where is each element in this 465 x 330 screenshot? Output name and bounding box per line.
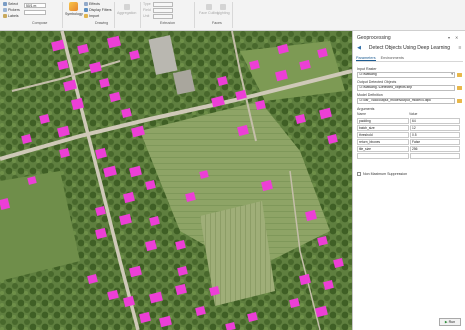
pin-icon[interactable]: ▾: [448, 35, 450, 40]
lighting-icon: [220, 4, 227, 10]
ribbon: Select Pickers Labels 50/1 m Compose Sym…: [0, 0, 465, 31]
model-definition-field[interactable]: D:\usr_7688\output_model\output_model\4.…: [357, 98, 455, 104]
nms-checkbox[interactable]: [357, 172, 361, 176]
geoprocessing-pane: Geoprocessing ▾ ✕ ◀ Detect Objects Using…: [352, 31, 465, 330]
tool-title: Detect Objects Using Deep Learning: [368, 45, 451, 51]
extrusion-unit-combo[interactable]: [153, 14, 173, 19]
extrusion-type-combo[interactable]: [153, 2, 173, 7]
face-culling-icon: [205, 4, 212, 10]
table-row: padding 64: [357, 117, 463, 124]
effects-icon: [84, 2, 88, 6]
extrusion-type[interactable]: Type: [143, 2, 151, 6]
run-button[interactable]: ▶ Run: [439, 318, 461, 326]
arg-value-empty[interactable]: [410, 152, 460, 159]
import-icon: [84, 14, 88, 18]
folder-icon[interactable]: [457, 99, 462, 103]
arg-name-empty[interactable]: [357, 152, 409, 159]
ribbon-compose-pickers[interactable]: Pickers: [3, 8, 20, 12]
chevron-down-icon[interactable]: ▾: [451, 73, 453, 77]
aggregation-icon: [123, 4, 130, 10]
input-raster-label: Input Raster: [357, 67, 377, 71]
ribbon-separator: [232, 2, 233, 28]
scale-combo[interactable]: 50/1 m: [24, 3, 46, 8]
group-label-faces: Faces: [212, 21, 222, 25]
menu-icon[interactable]: ≡: [457, 45, 463, 51]
nms-label: Non Maximum Suppression: [363, 172, 408, 176]
ribbon-compose-labels[interactable]: Labels: [3, 14, 19, 18]
pane-title: Geoprocessing: [357, 35, 391, 41]
symbology-icon: [69, 2, 79, 11]
table-row-empty: [357, 152, 463, 159]
label-icon: [3, 14, 7, 18]
arguments-table: padding 64 batch_size 12 threshold 0.5 r…: [357, 117, 463, 159]
close-icon[interactable]: ✕: [455, 35, 458, 40]
extrusion-field[interactable]: Field: [143, 8, 151, 12]
arg-name[interactable]: threshold: [357, 131, 409, 138]
extrusion-field-combo[interactable]: [153, 8, 173, 13]
tool-header: ◀ Detect Objects Using Deep Learning ≡: [356, 44, 463, 52]
arg-value[interactable]: False: [410, 138, 460, 145]
pane-tabs: Parameters Environments: [356, 55, 463, 62]
table-row: batch_size 12: [357, 124, 463, 131]
model-definition-label: Model Definition: [357, 93, 383, 97]
column-value: Value: [409, 112, 418, 116]
arg-value[interactable]: 0.5: [410, 131, 460, 138]
lighting-button[interactable]: Lighting: [217, 4, 230, 15]
filter-icon: [84, 8, 88, 12]
arg-name[interactable]: tile_size: [357, 145, 409, 152]
ribbon-separator: [140, 2, 141, 28]
arguments-header: Name Value: [357, 112, 463, 116]
import-button[interactable]: Import: [84, 14, 99, 18]
effects-button[interactable]: Effects: [84, 2, 100, 6]
arg-name[interactable]: return_bboxes: [357, 138, 409, 145]
aerial-imagery[interactable]: [0, 31, 352, 330]
arg-value[interactable]: 256: [410, 145, 460, 152]
tab-parameters[interactable]: Parameters: [356, 55, 376, 61]
column-name: Name: [357, 112, 367, 116]
table-row: tile_size 256: [357, 145, 463, 152]
ribbon-separator: [114, 2, 115, 28]
folder-icon[interactable]: [457, 86, 462, 90]
table-row: return_bboxes False: [357, 138, 463, 145]
group-label-extrusion: Extrusion: [160, 21, 175, 25]
extrusion-unit[interactable]: Unit: [143, 14, 149, 18]
table-row: threshold 0.5: [357, 131, 463, 138]
face-culling-button[interactable]: Face Culling: [199, 4, 219, 15]
folder-icon[interactable]: [457, 73, 462, 77]
select-icon: [3, 2, 7, 6]
map-view[interactable]: [0, 31, 352, 330]
input-raster-field[interactable]: D:\Mawang ▾: [357, 72, 455, 78]
arg-value[interactable]: 64: [410, 117, 460, 124]
arg-name[interactable]: batch_size: [357, 124, 409, 131]
scale-combo-secondary[interactable]: [24, 10, 46, 15]
picker-icon: [3, 8, 7, 12]
arg-name[interactable]: padding: [357, 117, 409, 124]
output-label: Output Detected Objects: [357, 80, 397, 84]
tab-environments[interactable]: Environments: [381, 55, 404, 61]
ribbon-separator: [62, 2, 63, 28]
aggregation-button[interactable]: Aggregation: [117, 4, 136, 15]
ribbon-separator: [194, 2, 195, 28]
group-label-drawing: Drawing: [95, 21, 109, 25]
arguments-label: Arguments: [357, 107, 375, 111]
play-icon: ▶: [444, 320, 448, 324]
symbology-button[interactable]: Symbology: [65, 2, 83, 16]
ribbon-compose-select[interactable]: Select: [3, 2, 18, 6]
arg-value[interactable]: 12: [410, 124, 460, 131]
group-label-compose: Compose: [32, 21, 48, 25]
display-filters-button[interactable]: Display Filters: [84, 8, 112, 12]
output-objects-field[interactable]: D:\Mawang..\Detected_objects.shp: [357, 85, 455, 91]
